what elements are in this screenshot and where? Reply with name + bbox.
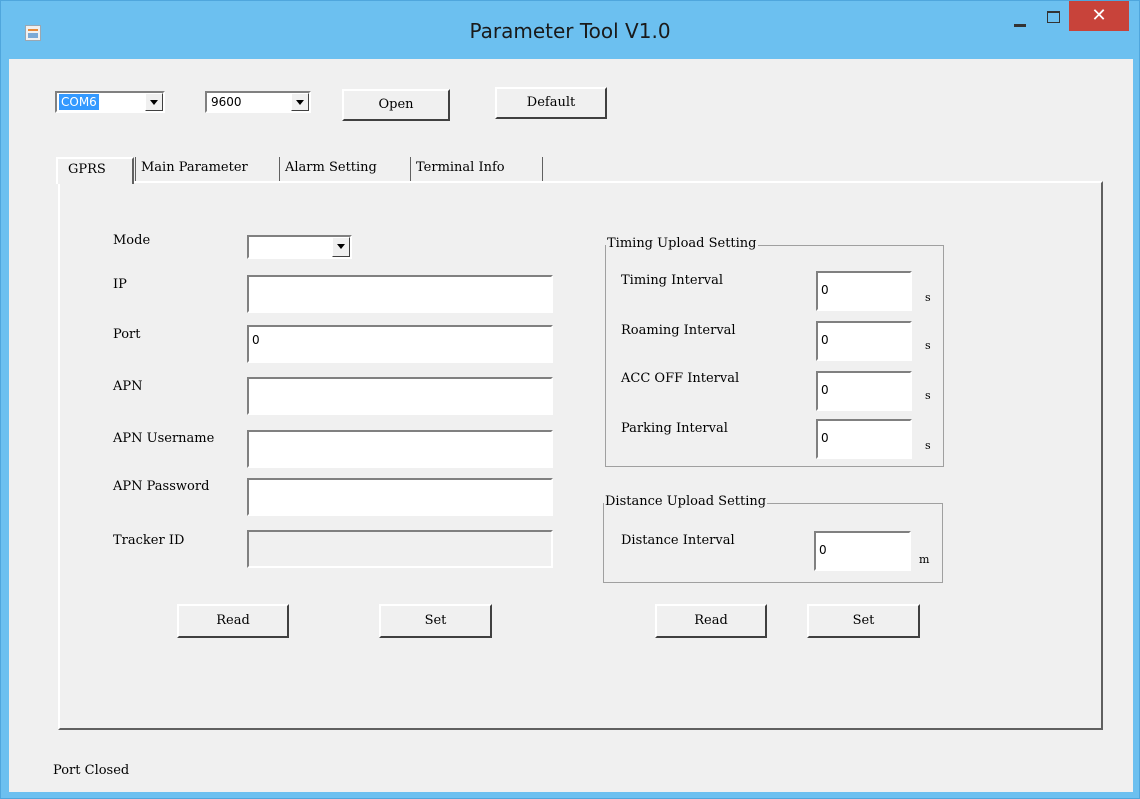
distance-upload-title: Distance Upload Setting — [604, 494, 768, 509]
acc-off-interval-unit: s — [925, 389, 931, 402]
client-area: COM6 9600 Open Default GPRS Main Paramet… — [9, 59, 1133, 792]
minimize-button[interactable] — [1005, 1, 1033, 39]
timing-interval-label: Timing Interval — [621, 273, 724, 288]
apn-label: APN — [113, 379, 143, 394]
com-port-select[interactable]: COM6 — [55, 91, 165, 113]
roaming-interval-field[interactable]: 0 — [816, 321, 912, 361]
chevron-down-icon[interactable] — [332, 237, 350, 257]
status-text: Port Closed — [53, 763, 130, 778]
distance-interval-field[interactable]: 0 — [814, 531, 911, 571]
tab-alarm-setting[interactable]: Alarm Setting — [279, 157, 377, 181]
parking-interval-unit: s — [925, 439, 931, 452]
gprs-read-button[interactable]: Read — [177, 604, 289, 638]
com-port-value: COM6 — [59, 94, 99, 110]
timing-interval-field[interactable]: 0 — [816, 271, 912, 311]
close-button[interactable]: ✕ — [1069, 1, 1129, 31]
open-button[interactable]: Open — [342, 89, 450, 121]
upload-read-button[interactable]: Read — [655, 604, 767, 638]
apn-field[interactable] — [247, 377, 553, 415]
tab-terminal-info[interactable]: Terminal Info — [410, 157, 543, 181]
distance-interval-label: Distance Interval — [621, 533, 735, 548]
tab-gprs[interactable]: GPRS — [56, 157, 134, 184]
tracker-id-label: Tracker ID — [113, 533, 185, 548]
mode-value — [251, 238, 255, 254]
ip-field[interactable] — [247, 275, 553, 313]
title-bar[interactable]: Parameter Tool V1.0 ✕ — [1, 1, 1139, 59]
baud-rate-value: 9600 — [211, 95, 242, 109]
port-label: Port — [113, 327, 141, 342]
apn-password-label: APN Password — [113, 479, 210, 494]
chevron-down-icon[interactable] — [291, 93, 309, 111]
port-field[interactable]: 0 — [247, 325, 553, 363]
roaming-interval-label: Roaming Interval — [621, 323, 736, 338]
baud-rate-select[interactable]: 9600 — [205, 91, 311, 113]
maximize-button[interactable] — [1039, 1, 1067, 39]
window-title: Parameter Tool V1.0 — [469, 19, 671, 43]
chevron-down-icon[interactable] — [145, 93, 163, 111]
tab-main-parameter[interactable]: Main Parameter — [135, 157, 248, 181]
parking-interval-label: Parking Interval — [621, 421, 728, 436]
tracker-id-field — [247, 530, 553, 568]
mode-select[interactable] — [247, 235, 352, 259]
roaming-interval-unit: s — [925, 339, 931, 352]
gprs-set-button[interactable]: Set — [379, 604, 492, 638]
upload-set-button[interactable]: Set — [807, 604, 920, 638]
app-window: Parameter Tool V1.0 ✕ COM6 9600 Open Def… — [0, 0, 1140, 799]
apn-username-field[interactable] — [247, 430, 553, 468]
timing-upload-title: Timing Upload Setting — [606, 236, 758, 251]
acc-off-interval-label: ACC OFF Interval — [621, 371, 740, 386]
default-button[interactable]: Default — [495, 87, 607, 119]
timing-interval-unit: s — [925, 291, 931, 304]
tab-panel-gprs — [58, 181, 1103, 730]
ip-label: IP — [113, 277, 127, 292]
apn-username-label: APN Username — [113, 431, 215, 446]
parking-interval-field[interactable]: 0 — [816, 419, 912, 459]
mode-label: Mode — [113, 233, 151, 248]
distance-interval-unit: m — [919, 553, 930, 566]
apn-password-field[interactable] — [247, 478, 553, 516]
acc-off-interval-field[interactable]: 0 — [816, 371, 912, 411]
